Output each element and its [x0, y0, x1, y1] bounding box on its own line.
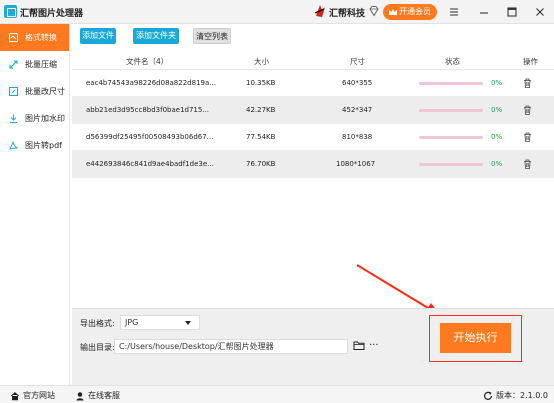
progress-percent: 0%: [491, 133, 503, 141]
home-icon: [10, 391, 20, 400]
table-row[interactable]: eac4b74543a98226d08a822d819a... 10.35KB …: [72, 70, 554, 97]
file-dimensions: 1080*1067: [336, 160, 376, 168]
sidebar-item-label: 格式转换: [25, 33, 57, 42]
table-row[interactable]: e442693846c841d9ae4badf1de3e... 76.70KB …: [72, 151, 554, 178]
website-label: 官方网站: [23, 391, 55, 400]
file-table: 文件名（4） 大小 尺寸 状态 操作 eac4b74543a98226d08a8…: [72, 50, 554, 178]
progress-percent: 0%: [491, 106, 503, 114]
sidebar-item-batch-compress[interactable]: 批量压缩: [0, 51, 69, 78]
crown-icon: [389, 9, 397, 15]
version-label: 版本：2.1.0.0: [496, 391, 548, 400]
file-size: 10.35KB: [246, 79, 276, 87]
pdf-icon: [9, 141, 18, 150]
sidebar-item-to-pdf[interactable]: 图片转pdf: [0, 132, 69, 159]
vip-button[interactable]: 开通会员: [383, 4, 437, 20]
brand-logo-icon: [314, 5, 325, 17]
status-bar: 官方网站 在线客服 版本：2.1.0.0: [0, 385, 554, 403]
file-dimensions: 810*838: [342, 133, 373, 141]
file-size: 77.54KB: [246, 133, 276, 141]
table-row[interactable]: abb21ed3d95cc8bd3f0bae1d715... 42.27KB 4…: [72, 97, 554, 124]
start-button[interactable]: 开始执行: [440, 323, 511, 353]
add-file-button[interactable]: 添加文件: [80, 28, 116, 44]
file-name: eac4b74543a98226d08a822d819a...: [86, 79, 216, 87]
trash-icon[interactable]: [523, 105, 532, 115]
file-dimensions: 640*355: [342, 79, 373, 87]
progress-percent: 0%: [491, 79, 503, 87]
sidebar-item-format-convert[interactable]: 格式转换: [0, 24, 69, 51]
file-name: abb21ed3d95cc8bd3f0bae1d715...: [86, 106, 210, 114]
vip-label: 开通会员: [399, 7, 431, 16]
website-link[interactable]: 官方网站: [10, 390, 55, 401]
column-header-filename: 文件名（4）: [126, 57, 169, 66]
column-header-status: 状态: [445, 57, 460, 66]
format-label: 导出格式:: [80, 319, 115, 328]
output-dir-field[interactable]: C:/Users/house/Desktop/汇帮图片处理器: [114, 339, 348, 354]
file-name: e442693846c841d9ae4badf1de3e...: [86, 160, 214, 168]
trash-icon[interactable]: [523, 132, 532, 142]
trash-icon[interactable]: [523, 78, 532, 88]
chevron-down-icon: [185, 321, 191, 325]
sidebar-item-label: 图片转pdf: [25, 141, 62, 150]
file-size: 42.27KB: [246, 106, 276, 114]
progress-bar: [419, 136, 483, 139]
progress-bar: [419, 82, 483, 85]
resize-icon: [9, 87, 18, 96]
file-dimensions: 452*347: [342, 106, 373, 114]
title-bar: 汇帮图片处理器 汇帮科技 开通会员: [0, 0, 554, 24]
app-title: 汇帮图片处理器: [20, 9, 84, 19]
table-row[interactable]: d56399df25495f00508493b06d67... 77.54KB …: [72, 124, 554, 151]
folder-icon[interactable]: [353, 340, 365, 351]
sidebar: 格式转换 批量压缩 批量改尺寸 图片加水印 图片转pdf: [0, 24, 70, 385]
more-options-icon[interactable]: ···: [369, 340, 379, 351]
progress-bar: [419, 163, 483, 166]
diamond-icon[interactable]: [368, 5, 380, 17]
file-name: d56399df25495f00508493b06d67...: [86, 133, 214, 141]
app-logo-icon: [4, 5, 17, 18]
sidebar-item-batch-resize[interactable]: 批量改尺寸: [0, 78, 69, 105]
brand-name: 汇帮科技: [329, 9, 366, 19]
sidebar-item-watermark[interactable]: 图片加水印: [0, 105, 69, 132]
convert-icon: [9, 33, 18, 42]
sidebar-item-label: 批量改尺寸: [25, 87, 65, 96]
start-button-highlight: 开始执行: [429, 315, 522, 362]
file-size: 76.70KB: [246, 160, 276, 168]
output-dir-label: 输出目录:: [80, 343, 115, 352]
compress-icon: [9, 60, 18, 69]
column-header-dimensions: 尺寸: [350, 57, 365, 66]
table-header: 文件名（4） 大小 尺寸 状态 操作: [72, 50, 554, 70]
trash-icon[interactable]: [523, 159, 532, 169]
minimize-icon[interactable]: [476, 4, 492, 20]
version-info: 版本：2.1.0.0: [483, 390, 548, 401]
support-icon: [76, 391, 84, 400]
refresh-icon[interactable]: [483, 391, 493, 401]
column-header-actions: 操作: [523, 57, 538, 66]
menu-icon[interactable]: [446, 4, 462, 20]
clear-list-button[interactable]: 清空列表: [193, 28, 231, 44]
progress-percent: 0%: [491, 160, 503, 168]
sidebar-item-label: 批量压缩: [25, 60, 57, 69]
progress-bar: [419, 109, 483, 112]
format-value: JPG: [125, 318, 139, 327]
export-panel: 导出格式: JPG 输出目录: C:/Users/house/Desktop/汇…: [72, 308, 554, 385]
add-folder-button[interactable]: 添加文件夹: [133, 28, 179, 44]
watermark-icon: [10, 114, 17, 123]
maximize-icon[interactable]: [504, 4, 520, 20]
support-label: 在线客服: [88, 391, 120, 400]
app-window: 汇帮图片处理器 汇帮科技 开通会员 格式转换 批量压缩 批量改尺寸 图片加水印 …: [0, 0, 554, 403]
sidebar-item-label: 图片加水印: [25, 114, 65, 123]
close-icon[interactable]: [532, 4, 548, 20]
format-select[interactable]: JPG: [120, 315, 200, 330]
support-link[interactable]: 在线客服: [75, 390, 120, 401]
column-header-size: 大小: [254, 57, 269, 66]
